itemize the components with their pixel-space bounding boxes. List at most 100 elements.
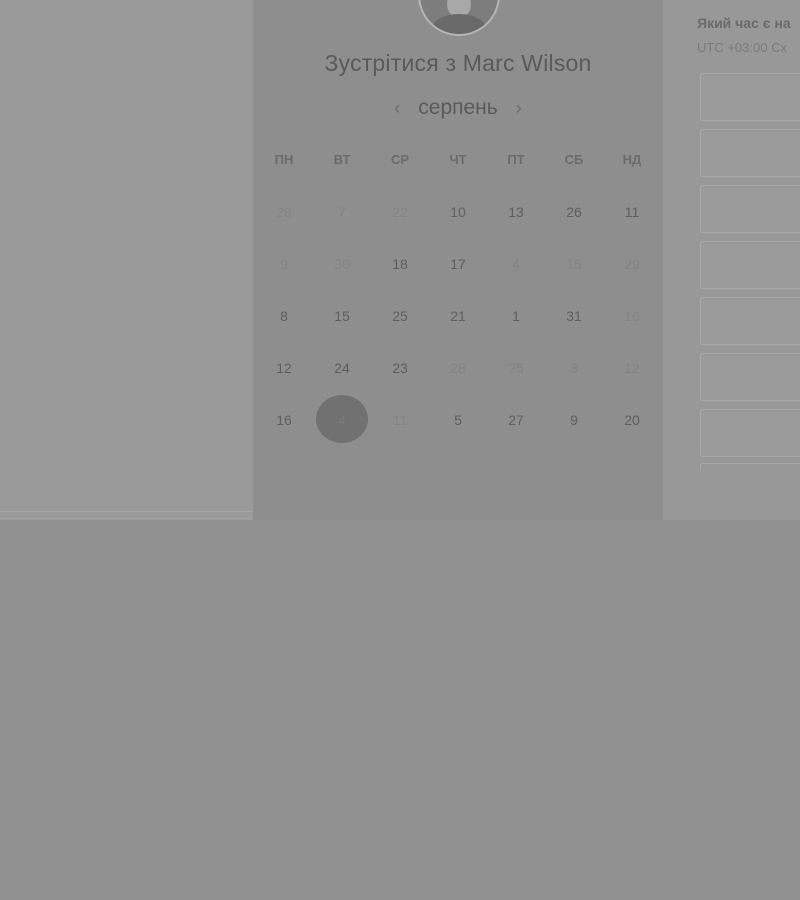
calendar-day: 3 xyxy=(545,342,603,394)
calendar-day-number: 15 xyxy=(334,308,350,324)
calendar-day-number: 8 xyxy=(280,308,288,324)
calendar-day-number: 25 xyxy=(392,308,408,324)
calendar-day: 12 xyxy=(603,342,661,394)
calendar-day[interactable]: 20 xyxy=(603,394,661,446)
calendar-grid: 28 7 22 10 13 26 11 9 30 18 17 4 15 29 8 15 25 21 1 31 16 12 2… xyxy=(255,186,661,446)
time-slot[interactable] xyxy=(700,353,800,401)
calendar-week-row: 12 24 23 28 25 3 12 xyxy=(255,342,661,394)
time-slot[interactable] xyxy=(700,463,800,470)
calendar-day-number: 9 xyxy=(280,256,288,272)
time-slot[interactable] xyxy=(700,409,800,457)
calendar-day-number: 22 xyxy=(392,204,408,220)
calendar-day[interactable]: 16 xyxy=(255,394,313,446)
calendar-day-number: 3 xyxy=(570,360,578,376)
calendar-day-number: 5 xyxy=(454,412,462,428)
time-slot[interactable] xyxy=(700,297,800,345)
calendar-day[interactable]: 17 xyxy=(429,238,487,290)
time-picker-panel: Який час є на UTC +03:00 Сх xyxy=(663,0,800,520)
weekday-label: ВТ xyxy=(333,152,351,167)
weekday-label: СР xyxy=(390,152,410,167)
calendar-day-number: 20 xyxy=(624,412,640,428)
chevron-left-icon[interactable]: ‹ xyxy=(394,99,400,117)
calendar-day[interactable]: 31 xyxy=(545,290,603,342)
calendar-day: 11 xyxy=(371,394,429,446)
calendar-day-number: 1 xyxy=(512,308,520,324)
calendar-day-number: 12 xyxy=(276,360,292,376)
divider-line xyxy=(0,511,253,512)
calendar-week-row: 16 4 11 5 27 9 20 xyxy=(255,394,661,446)
booking-calendar-card: Зустрітися з Marc Wilson ‹ серпень › ПН … xyxy=(253,0,663,520)
calendar-day[interactable]: 15 xyxy=(313,290,371,342)
time-slot-list: Який час є на UTC +03:00 Сх xyxy=(663,0,800,520)
calendar-day-number: 24 xyxy=(334,360,350,376)
calendar-day[interactable]: 24 xyxy=(313,342,371,394)
time-slot[interactable] xyxy=(700,185,800,233)
calendar-day[interactable]: 13 xyxy=(487,186,545,238)
calendar-day-number: 7 xyxy=(338,204,346,220)
calendar-day-number: 13 xyxy=(508,204,524,220)
calendar-day[interactable]: 25 xyxy=(371,290,429,342)
calendar-day-number: 15 xyxy=(566,256,582,272)
chevron-right-icon[interactable]: › xyxy=(516,99,522,117)
calendar-day: 7 xyxy=(313,186,371,238)
calendar-day-number: 25 xyxy=(508,360,524,376)
calendar-day[interactable]: 11 xyxy=(603,186,661,238)
month-navigation: ‹ серпень › xyxy=(253,95,663,121)
calendar-day: 4 xyxy=(487,238,545,290)
calendar-day: 30 xyxy=(313,238,371,290)
calendar-day-number: 27 xyxy=(508,412,524,428)
time-question: Який час є на xyxy=(697,15,791,31)
calendar-day[interactable]: 26 xyxy=(545,186,603,238)
calendar-day[interactable]: 12 xyxy=(255,342,313,394)
calendar-week-row: 28 7 22 10 13 26 11 xyxy=(255,186,661,238)
calendar-day-number: 16 xyxy=(276,412,292,428)
calendar-day-number: 26 xyxy=(566,204,582,220)
calendar-day-number: 12 xyxy=(624,360,640,376)
calendar-day: 16 xyxy=(603,290,661,342)
month-label: серпень xyxy=(418,96,498,119)
calendar-day-number: 4 xyxy=(338,412,346,428)
calendar-day-number: 10 xyxy=(450,204,466,220)
calendar-day: 22 xyxy=(371,186,429,238)
calendar-day[interactable]: 27 xyxy=(487,394,545,446)
calendar-day-number: 28 xyxy=(276,204,292,220)
calendar-day-number: 29 xyxy=(624,256,640,272)
calendar-day-number: 4 xyxy=(512,256,520,272)
avatar-body xyxy=(432,14,486,34)
calendar-day[interactable]: 1 xyxy=(487,290,545,342)
weekday-label: ПН xyxy=(274,152,294,167)
calendar-day: 25 xyxy=(487,342,545,394)
calendar-day-number: 28 xyxy=(450,360,466,376)
time-slot[interactable] xyxy=(700,73,800,121)
calendar-day: 15 xyxy=(545,238,603,290)
calendar-day-number: 21 xyxy=(450,308,466,324)
calendar-day-number: 23 xyxy=(392,360,408,376)
calendar-day-number: 11 xyxy=(624,204,640,220)
timezone-label: UTC +03:00 Сх xyxy=(697,40,787,55)
avatar xyxy=(418,0,500,36)
weekday-header: ПН ВТ СР ЧТ ПТ СБ НД xyxy=(253,152,663,167)
weekday-label: ПТ xyxy=(507,152,525,167)
calendar-day[interactable]: 5 xyxy=(429,394,487,446)
calendar-day-number: 16 xyxy=(624,308,640,324)
calendar-day-number: 11 xyxy=(392,412,408,428)
left-area xyxy=(0,0,253,520)
calendar-day[interactable]: 8 xyxy=(255,290,313,342)
calendar-day-number: 30 xyxy=(334,256,350,272)
meeting-title: Зустрітися з Marc Wilson xyxy=(324,50,592,76)
time-slot[interactable] xyxy=(700,129,800,177)
calendar-day-number: 31 xyxy=(566,308,582,324)
calendar-day-selected[interactable]: 4 xyxy=(313,394,371,446)
calendar-day: 9 xyxy=(255,238,313,290)
time-slot[interactable] xyxy=(700,241,800,289)
calendar-day[interactable]: 23 xyxy=(371,342,429,394)
weekday-label: ЧТ xyxy=(449,152,467,167)
calendar-day[interactable]: 21 xyxy=(429,290,487,342)
calendar-day[interactable]: 9 xyxy=(545,394,603,446)
calendar-day-number: 18 xyxy=(392,256,408,272)
calendar-day-number: 17 xyxy=(450,256,466,272)
calendar-day[interactable]: 10 xyxy=(429,186,487,238)
calendar-day[interactable]: 18 xyxy=(371,238,429,290)
calendar-day-number: 9 xyxy=(570,412,578,428)
calendar-week-row: 9 30 18 17 4 15 29 xyxy=(255,238,661,290)
